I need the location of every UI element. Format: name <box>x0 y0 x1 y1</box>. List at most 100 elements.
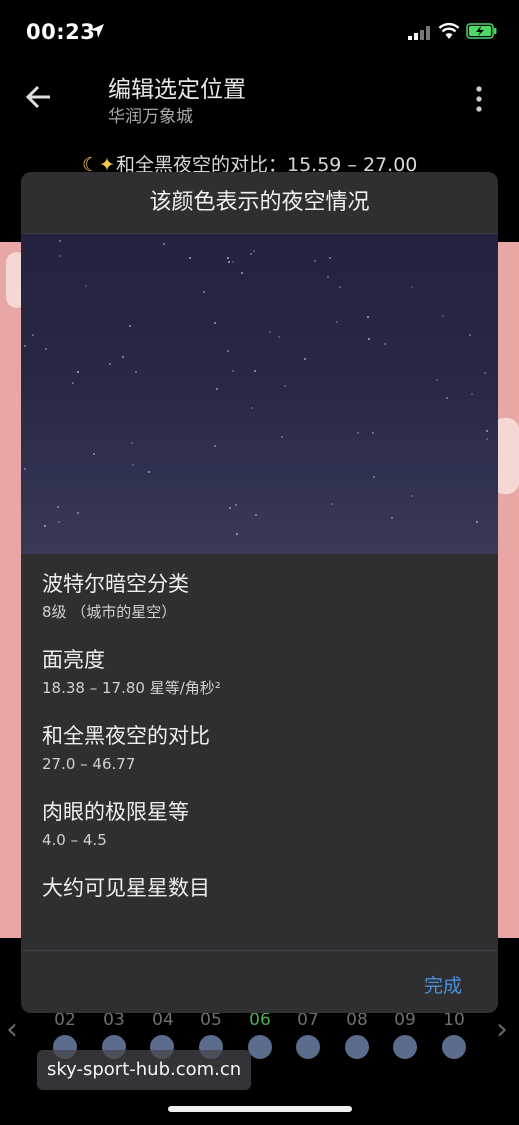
star-dot <box>442 315 444 317</box>
star-dot <box>44 525 46 527</box>
star-dot <box>232 370 234 372</box>
star-dot <box>368 338 370 340</box>
star-dot <box>131 442 133 444</box>
star-dot <box>255 514 257 516</box>
star-dot <box>163 243 165 245</box>
status-bar: 00:23 <box>0 0 519 62</box>
star-dot <box>148 471 150 473</box>
star-dot <box>72 382 74 384</box>
star-dot <box>446 397 448 399</box>
timeline-date[interactable]: 04 <box>148 1010 178 1030</box>
star-dot <box>24 345 26 347</box>
timeline-date[interactable]: 05 <box>196 1010 226 1030</box>
star-dot <box>132 464 134 466</box>
done-button[interactable]: 完成 <box>424 971 462 998</box>
moon-phase-icon <box>393 1035 417 1059</box>
star-dot <box>227 257 229 259</box>
timeline-date[interactable]: 03 <box>99 1010 129 1030</box>
star-dot <box>189 257 191 259</box>
star-dot <box>58 521 60 523</box>
home-indicator[interactable] <box>168 1106 352 1112</box>
star-dot <box>327 276 329 278</box>
star-dot <box>214 445 216 447</box>
star-dot <box>304 358 306 360</box>
star-dot <box>339 286 341 288</box>
info-label: 波特尔暗空分类 <box>42 572 189 596</box>
star-dot <box>331 503 333 505</box>
timeline-next-icon[interactable]: › <box>496 1012 508 1047</box>
moon-phase-icon <box>248 1035 272 1059</box>
cellular-signal-icon <box>408 26 430 40</box>
location-arrow-icon <box>90 24 104 38</box>
status-time: 00:23 <box>26 20 96 44</box>
info-item-bortle: 波特尔暗空分类 8级 （城市的星空） <box>42 568 482 624</box>
star-dot <box>471 393 473 395</box>
star-dot <box>59 255 61 257</box>
star-dot <box>357 432 359 434</box>
info-label: 面亮度 <box>42 648 105 672</box>
star-dot <box>250 253 252 255</box>
timeline-date[interactable]: 08 <box>342 1010 372 1030</box>
info-item-contrast: 和全黑夜空的对比 27.0 – 46.77 <box>42 720 482 776</box>
info-label: 大约可见星星数目 <box>42 876 210 900</box>
watermark: sky-sport-hub.com.cn <box>37 1050 252 1090</box>
star-dot <box>232 261 234 263</box>
back-arrow-icon[interactable] <box>24 82 54 112</box>
star-dot <box>436 379 438 381</box>
star-dot <box>367 316 369 318</box>
star-dot <box>486 438 488 440</box>
star-dot <box>253 250 255 252</box>
star-dot <box>411 286 413 288</box>
star-dot <box>77 512 79 514</box>
timeline-date[interactable]: 02 <box>50 1010 80 1030</box>
page-subtitle: 华润万象城 <box>108 107 193 127</box>
moon-phase-icon <box>345 1035 369 1059</box>
star-dot <box>229 507 231 509</box>
star-dot <box>32 334 34 336</box>
timeline-date-selected[interactable]: 06 <box>245 1010 275 1030</box>
timeline-date[interactable]: 09 <box>390 1010 420 1030</box>
info-item-brightness: 面亮度 18.38 – 17.80 星等/角秒² <box>42 644 482 700</box>
star-dot <box>45 348 47 350</box>
moon-phase-icon <box>442 1035 466 1059</box>
night-sky-preview <box>21 234 498 554</box>
star-dot <box>314 260 316 262</box>
star-dot <box>57 506 59 508</box>
info-item-limiting-magnitude: 肉眼的极限星等 4.0 – 4.5 <box>42 796 482 852</box>
star-dot <box>281 436 283 438</box>
star-dot <box>135 371 137 373</box>
star-dot <box>391 517 393 519</box>
star-dot <box>24 468 26 470</box>
timeline-date[interactable]: 07 <box>293 1010 323 1030</box>
info-label: 和全黑夜空的对比 <box>42 724 210 748</box>
star-dot <box>203 291 205 293</box>
timeline-prev-icon[interactable]: ‹ <box>6 1012 18 1047</box>
star-dot <box>227 350 229 352</box>
battery-charging-icon <box>466 23 497 39</box>
more-vert-icon[interactable] <box>472 84 486 114</box>
info-value: 18.38 – 17.80 星等/角秒² <box>42 679 221 697</box>
star-dot <box>254 370 256 372</box>
star-dot <box>129 325 131 327</box>
star-dot <box>486 430 488 432</box>
info-value: 4.0 – 4.5 <box>42 831 107 849</box>
star-dot <box>235 504 237 506</box>
star-dot <box>373 476 375 478</box>
star-dot <box>476 521 478 523</box>
timeline-date[interactable]: 10 <box>439 1010 469 1030</box>
info-item-visible-stars: 大约可见星星数目 <box>42 872 482 904</box>
star-dot <box>278 336 280 338</box>
star-dot <box>372 432 374 434</box>
info-list: 波特尔暗空分类 8级 （城市的星空） 面亮度 18.38 – 17.80 星等/… <box>42 568 482 924</box>
dialog-title: 该颜色表示的夜空情况 <box>21 172 498 234</box>
star-dot <box>469 334 471 336</box>
star-dot <box>59 240 61 242</box>
page-title: 编辑选定位置 <box>108 77 246 103</box>
star-dot <box>336 321 338 323</box>
star-dot <box>236 533 238 535</box>
star-dot <box>411 495 413 497</box>
star-dot <box>214 322 216 324</box>
info-value: 8级 （城市的星空） <box>42 603 177 621</box>
star-dot <box>122 356 124 358</box>
star-dot <box>484 372 486 374</box>
